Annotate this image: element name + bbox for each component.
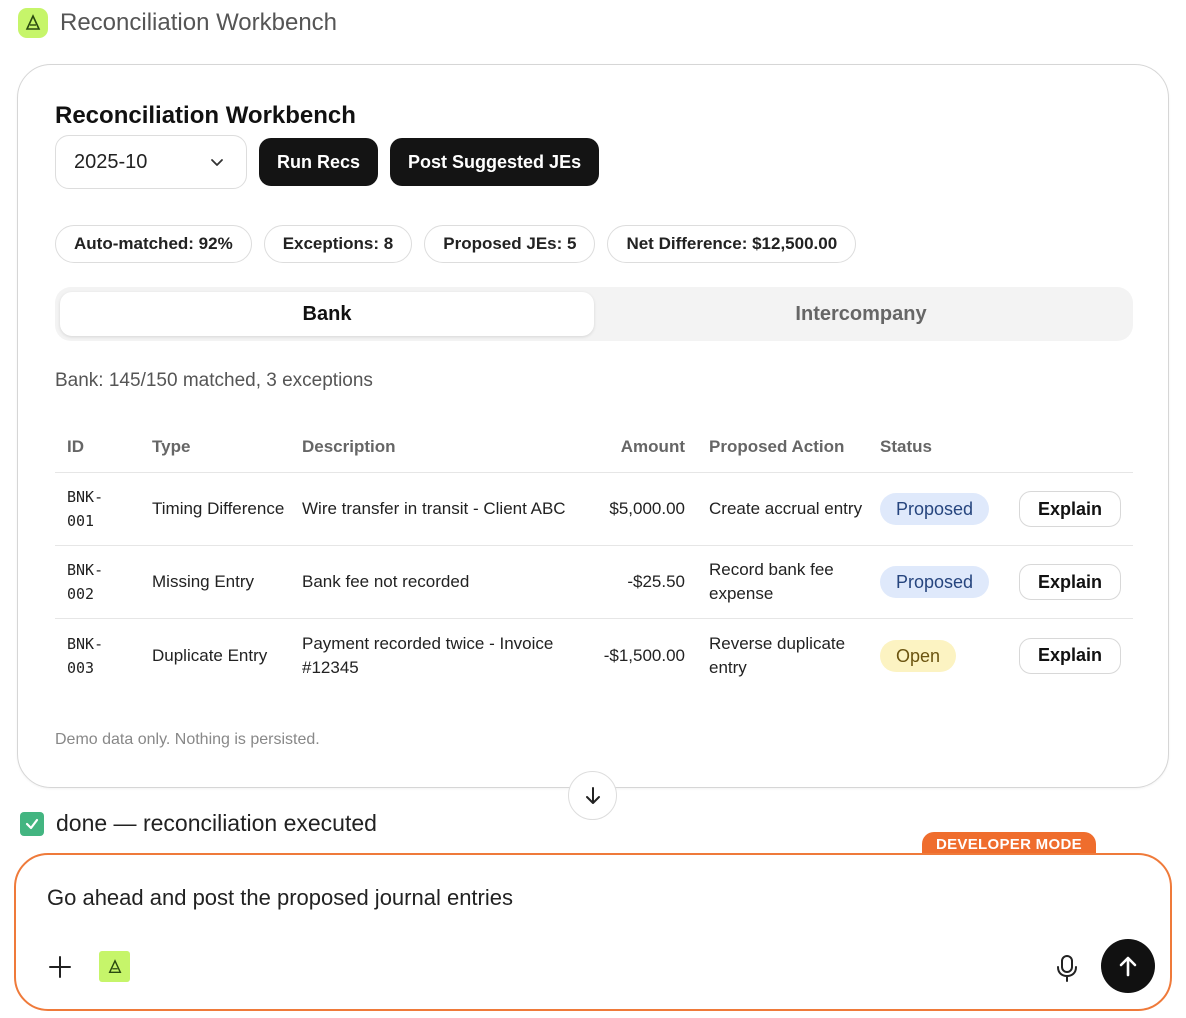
- run-recs-button[interactable]: Run Recs: [259, 138, 379, 186]
- row-type: Missing Entry: [152, 572, 255, 591]
- row-proposed-action: Record bank fee expense: [709, 560, 834, 603]
- check-mark-icon: [20, 811, 44, 836]
- header-type: Type: [152, 436, 191, 456]
- post-suggested-jes-button[interactable]: Post Suggested JEs: [390, 138, 600, 186]
- row-type: Timing Difference: [152, 499, 285, 518]
- table-row: BNK- 001 Timing Difference Wire transfer …: [55, 473, 1133, 546]
- row-id-prefix: BNK-: [67, 634, 104, 653]
- workbench-card: Reconciliation Workbench 2025-10 Run Rec…: [17, 64, 1169, 788]
- app-header: Reconciliation Workbench: [18, 8, 337, 38]
- row-id-number: 002: [67, 585, 95, 603]
- row-id-number: 003: [67, 658, 95, 677]
- period-select[interactable]: 2025-10: [55, 135, 247, 189]
- tab-bar: Bank Intercompany: [55, 287, 1133, 341]
- row-amount: -$1,500.00: [603, 645, 685, 665]
- table-header-row: ID Type Description Amount Proposed Acti…: [55, 421, 1133, 473]
- status-badge: Proposed: [880, 566, 990, 598]
- row-status: Proposed: [880, 493, 1015, 525]
- stats-row: Auto-matched: 92% Exceptions: 8 Proposed…: [55, 225, 857, 263]
- arrow-down-icon: [585, 786, 600, 804]
- header-description: Description: [302, 436, 396, 456]
- demo-footnote: Demo data only. Nothing is persisted.: [55, 731, 320, 748]
- controls-bar: 2025-10 Run Recs Post Suggested JEs: [55, 135, 600, 189]
- row-proposed-action: Create accrual entry: [709, 499, 863, 518]
- bank-summary: Bank: 145/150 matched, 3 exceptions: [55, 370, 373, 391]
- exceptions-table: ID Type Description Amount Proposed Acti…: [55, 421, 1133, 692]
- stat-proposed-jes: Proposed JEs: 5: [424, 225, 596, 263]
- tab-bank[interactable]: Bank: [60, 292, 594, 336]
- row-id: BNK- 001: [55, 485, 152, 533]
- tab-intercompany[interactable]: Intercompany: [594, 292, 1128, 336]
- stat-exceptions: Exceptions: 8: [263, 225, 413, 263]
- row-description: Payment recorded twice - Invoice #12345: [302, 633, 554, 677]
- explain-button[interactable]: Explain: [1018, 564, 1121, 600]
- table-row: BNK- 003 Duplicate Entry Payment recorded…: [55, 619, 1133, 692]
- app-logo-icon: [18, 8, 48, 38]
- stat-net-difference: Net Difference: $12,500.00: [607, 225, 857, 263]
- row-id-number: 001: [67, 512, 95, 530]
- row-actions: Explain: [1015, 637, 1133, 674]
- explain-button[interactable]: Explain: [1018, 637, 1121, 674]
- row-amount: -$25.50: [627, 572, 685, 591]
- row-id-prefix: BNK-: [67, 488, 104, 506]
- scroll-down-button[interactable]: [568, 771, 617, 820]
- row-id-prefix: BNK-: [67, 561, 104, 579]
- composer-input[interactable]: Go ahead and post the proposed journal e…: [47, 885, 513, 911]
- row-description: Bank fee not recorded: [302, 572, 470, 591]
- plus-icon[interactable]: [46, 953, 74, 981]
- status-badge: Open: [880, 639, 957, 672]
- row-proposed-action: Reverse duplicate entry: [709, 633, 846, 677]
- row-status: Open: [880, 639, 1015, 672]
- arrow-up-icon: [1119, 956, 1137, 977]
- period-value: 2025-10: [74, 150, 148, 173]
- chevron-down-icon: [211, 159, 223, 166]
- app-title: Reconciliation Workbench: [60, 9, 338, 36]
- row-actions: Explain: [1015, 564, 1133, 600]
- card-title: Reconciliation Workbench: [55, 102, 356, 129]
- app-logo-icon[interactable]: [99, 951, 130, 982]
- row-amount: $5,000.00: [609, 499, 685, 518]
- row-description: Wire transfer in transit - Client ABC: [302, 499, 566, 518]
- send-button[interactable]: [1101, 939, 1155, 993]
- chat-composer[interactable]: Go ahead and post the proposed journal e…: [14, 853, 1172, 1011]
- row-actions: Explain: [1015, 491, 1133, 527]
- row-id: BNK- 003: [55, 632, 152, 680]
- header-id: ID: [67, 436, 84, 456]
- microphone-icon[interactable]: [1053, 953, 1081, 983]
- stat-auto-matched: Auto-matched: 92%: [55, 225, 252, 263]
- done-message-text: done — reconciliation executed: [56, 810, 377, 836]
- header-status: Status: [880, 436, 932, 456]
- table-row: BNK- 002 Missing Entry Bank fee not recor…: [55, 546, 1133, 619]
- status-badge: Proposed: [880, 493, 990, 525]
- header-amount: Amount: [620, 436, 685, 456]
- explain-button[interactable]: Explain: [1018, 491, 1121, 527]
- row-status: Proposed: [880, 566, 1015, 598]
- row-id: BNK- 002: [55, 558, 152, 606]
- row-type: Duplicate Entry: [152, 645, 268, 665]
- header-proposed-action: Proposed Action: [709, 436, 845, 456]
- done-message: done — reconciliation executed: [20, 810, 377, 837]
